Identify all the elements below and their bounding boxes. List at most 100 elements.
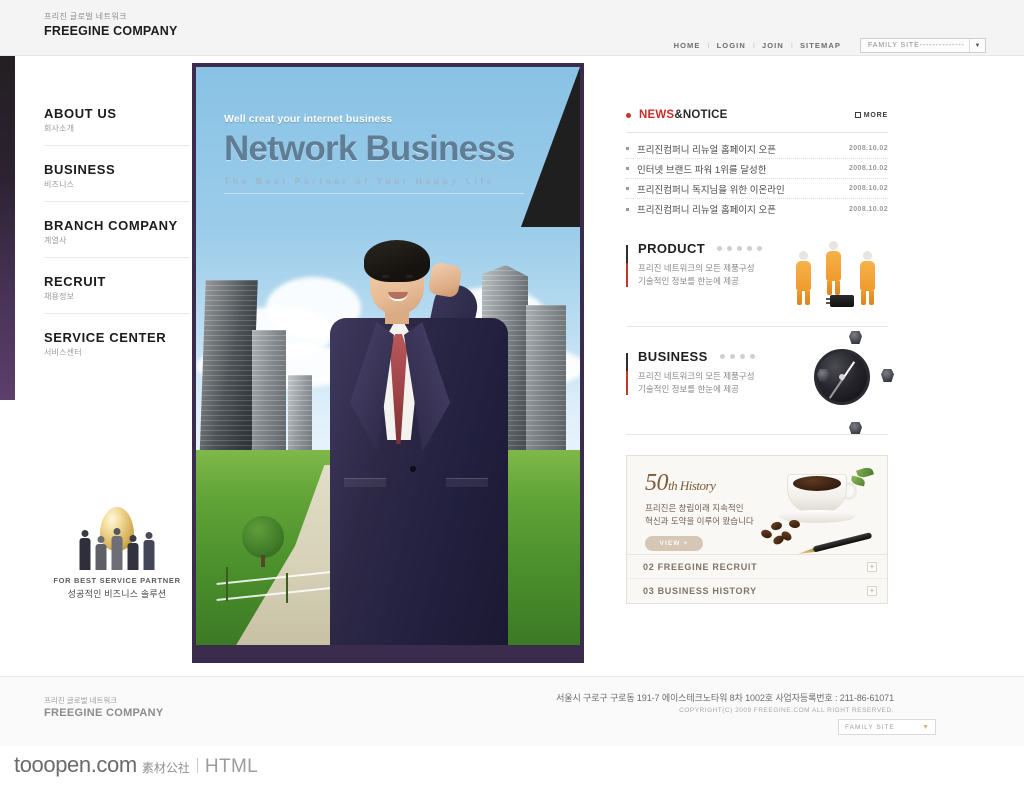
header-logo[interactable]: 프리진 글로벌 네트워크 FREEGINE COMPANY <box>44 11 178 39</box>
compass-illustration <box>792 331 894 435</box>
logo-korean-text: 프리진 글로벌 네트워크 <box>44 12 127 21</box>
watermark-chinese: 素材公社 <box>141 761 190 775</box>
nav-link-login[interactable]: LOGIN <box>710 41 753 50</box>
sidebar-item-sublabel: 채용정보 <box>44 292 75 301</box>
view-plus-icon: + <box>683 540 689 547</box>
news-list-item[interactable]: 프리진컴퍼니 리뉴얼 홈페이지 오픈 2008.10.02 <box>626 199 888 219</box>
news-list-item[interactable]: 인터넷 브랜드 파워 1위를 달성한 2008.10.02 <box>626 159 888 179</box>
history-view-button[interactable]: VIEW + <box>645 536 703 551</box>
history-row-label: 03 BUSINESS HISTORY <box>643 586 757 596</box>
nav-link-sitemap[interactable]: SITEMAP <box>793 41 848 50</box>
sidebar-item-sublabel: 계열사 <box>44 236 67 245</box>
news-item-text: 프리진컴퍼니 리뉴얼 홈페이지 오픈 <box>637 205 777 216</box>
sidebar-item-sublabel: 회사소개 <box>44 124 75 133</box>
news-item-date: 2008.10.02 <box>848 145 888 152</box>
hero-banner[interactable]: Well creat your internet business Networ… <box>192 63 584 663</box>
plus-icon[interactable]: + <box>867 561 877 572</box>
news-title-accent: NEWS <box>639 109 675 121</box>
sidebar-item-label: RECRUIT <box>44 274 106 289</box>
nav-link-join[interactable]: JOIN <box>755 41 791 50</box>
footer-family-site-select[interactable]: FAMILY SITE ▼ <box>838 719 936 735</box>
watermark-site: tooopen.com <box>14 752 137 777</box>
news-list-item[interactable]: 프리진컴퍼니 리뉴얼 홈페이지 오픈 2008.10.02 <box>626 139 888 159</box>
sidebar-item-about-us[interactable]: ABOUT US 회사소개 <box>44 105 189 146</box>
square-icon <box>854 112 861 118</box>
coffee-cup-illustration <box>757 465 877 550</box>
chip-icon <box>826 295 854 307</box>
news-item-date: 2008.10.02 <box>848 185 888 192</box>
news-item-date: 2008.10.02 <box>848 165 888 172</box>
compass-point-icon <box>817 369 830 382</box>
site-header: 프리진 글로벌 네트워크 FREEGINE COMPANY HOME I LOG… <box>0 0 1024 56</box>
workers-chip-icon <box>792 237 888 313</box>
footer-address-block: 서울시 구로구 구로동 191-7 에이스테크노타워 8차 1002호 사업자등… <box>556 691 894 714</box>
sidebar-item-branch-company[interactable]: BRANCH COMPANY 계열사 <box>44 217 189 258</box>
business-people-icon <box>79 528 155 570</box>
history-row-label: 02 FREEGINE RECRUIT <box>643 561 758 572</box>
promo-dots <box>719 354 755 359</box>
person-silhouette <box>127 535 139 570</box>
promo-accent-bar <box>626 353 628 395</box>
news-item-text: 프리진컴퍼니 리뉴얼 홈페이지 오픈 <box>637 144 777 156</box>
plus-icon[interactable]: + <box>867 586 877 596</box>
history-banner[interactable]: 50th History 프리진은 창립이래 지속적인 혁신과 도약을 이루어 … <box>627 456 887 554</box>
history-row-business-history[interactable]: 03 BUSINESS HISTORY + <box>627 579 887 603</box>
footer-logo-korean: 프리진 글로벌 네트워크 <box>44 696 118 705</box>
hero-text-block: Well creat your internet business Networ… <box>224 113 524 194</box>
more-label: MORE <box>863 111 888 119</box>
compass-point-icon <box>881 369 894 382</box>
sidebar-item-label: BUSINESS <box>44 162 116 177</box>
header-family-site-select[interactable]: FAMILY SITE-------------- ▼ <box>860 38 986 53</box>
businessman-photo <box>324 230 514 645</box>
promo-dots <box>717 246 763 251</box>
history-row-list: 02 FREEGINE RECRUIT + 03 BUSINESS HISTOR… <box>627 554 887 603</box>
chevron-down-icon: ▼ <box>922 723 929 731</box>
promo-title: PRODUCT <box>638 241 706 256</box>
news-item-date: 2008.10.02 <box>848 205 888 213</box>
news-item-text: 프리진컴퍼니 독지님을 위한 이온라인 <box>637 184 785 196</box>
nav-link-home[interactable]: HOME <box>667 41 708 50</box>
person-silhouette <box>111 528 123 570</box>
eye <box>406 275 413 278</box>
page-root: 프리진 글로벌 네트워크 FREEGINE COMPANY HOME I LOG… <box>0 0 1024 791</box>
badge-english-text: FOR BEST SERVICE PARTNER <box>53 576 181 585</box>
news-title-rest: &NOTICE <box>674 109 728 121</box>
hair <box>364 240 430 282</box>
eye <box>382 275 389 278</box>
bullet-icon <box>626 207 629 211</box>
history-row-recruit[interactable]: 02 FREEGINE RECRUIT + <box>627 555 887 579</box>
promo-product[interactable]: PRODUCT 프리진 네트워크의 모든 제품구성 기술적인 정보를 한눈에 제… <box>626 241 888 327</box>
promo-accent-bar <box>626 245 628 287</box>
news-title: NEWS&NOTICE <box>639 109 727 121</box>
footer-logo[interactable]: 프리진 글로벌 네트워크 FREEGINE COMPANY <box>44 695 164 721</box>
promo-business[interactable]: BUSINESS 프리진 네트워크의 모든 제품구성 기술적인 정보를 한눈에 … <box>626 331 894 435</box>
view-label: VIEW <box>659 540 681 547</box>
news-list: 프리진컴퍼니 리뉴얼 홈페이지 오픈 2008.10.02 인터넷 브랜드 파워… <box>626 139 888 219</box>
bullet-icon <box>626 112 631 118</box>
watermark-divider <box>196 757 198 773</box>
right-content-column: NEWS&NOTICE MORE 프리진컴퍼니 리뉴얼 홈페이지 오픈 2008… <box>626 104 894 604</box>
news-section: NEWS&NOTICE MORE 프리진컴퍼니 리뉴얼 홈페이지 오픈 2008… <box>626 104 888 219</box>
promo-divider <box>626 434 888 435</box>
suit-pocket <box>446 478 488 487</box>
sidebar-item-label: ABOUT US <box>44 106 117 121</box>
person-silhouette <box>95 536 107 570</box>
sidebar-item-business[interactable]: BUSINESS 비즈니스 <box>44 161 189 202</box>
news-more-button[interactable]: MORE <box>854 111 888 119</box>
family-site-label: FAMILY SITE-------------- <box>868 42 965 49</box>
bullet-icon <box>626 167 629 170</box>
worker-figure <box>858 251 876 305</box>
coffee-liquid <box>793 476 841 491</box>
hero-divider <box>224 193 524 194</box>
history-suffix: th History <box>668 478 716 493</box>
news-list-item[interactable]: 프리진컴퍼니 독지님을 위한 이온라인 2008.10.02 <box>626 179 888 199</box>
promo-title: BUSINESS <box>638 349 708 364</box>
sidebar-item-recruit[interactable]: RECRUIT 채용정보 <box>44 273 189 314</box>
watermark: tooopen.com 素材公社 HTML <box>14 752 258 778</box>
watermark-category: HTML <box>204 756 259 777</box>
promo-divider <box>626 326 888 327</box>
sidebar-item-service-center[interactable]: SERVICE CENTER 서비스센터 <box>44 329 189 369</box>
main-sidebar-menu: ABOUT US 회사소개 BUSINESS 비즈니스 BRANCH COMPA… <box>44 105 189 384</box>
sidebar-item-sublabel: 서비스센터 <box>44 348 82 357</box>
suit-button <box>410 466 416 472</box>
